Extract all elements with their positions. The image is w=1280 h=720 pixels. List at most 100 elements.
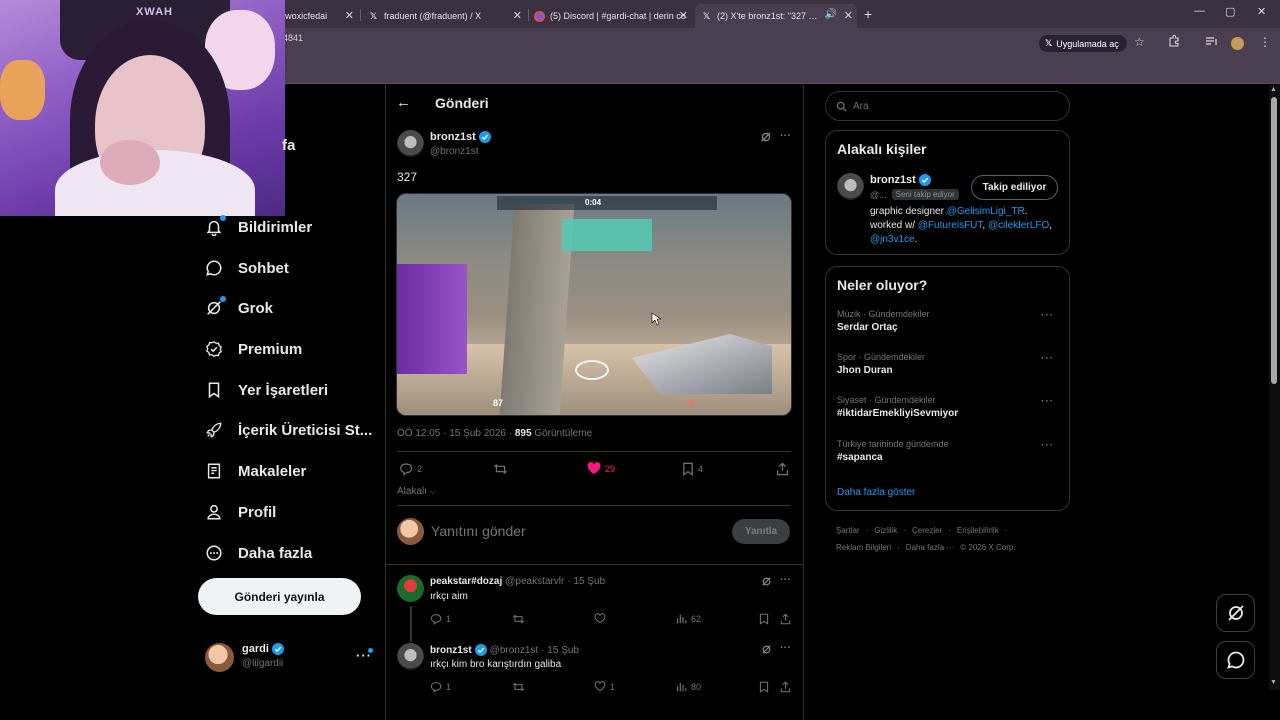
footer-link-ads-info[interactable]: Reklam Bilgileri — [836, 543, 891, 552]
scrollbar-thumb[interactable] — [1271, 97, 1277, 384]
show-more-link[interactable]: Daha fazla göster — [837, 487, 915, 498]
trend-more-icon[interactable]: ··· — [1041, 310, 1054, 321]
browser-tab-3[interactable]: (5) Discord | #gardi-chat | derin co ✕ — [532, 4, 692, 28]
trend-item[interactable]: Spor · Gündemdekiler Jhon Duran — [837, 352, 1057, 376]
footer-link-more[interactable]: Daha fazla ··· — [906, 543, 954, 552]
trend-item[interactable]: Siyaset · Gündemdekiler #iktidarEmekliyi… — [837, 395, 1057, 419]
post-author[interactable]: bronz1st — [430, 131, 491, 143]
reply-author-name[interactable]: peakstar#dozaj — [430, 576, 502, 587]
nav-item-creator-studio[interactable]: İçerik Üreticisi St... — [204, 415, 372, 445]
like-action[interactable] — [594, 613, 610, 624]
following-button[interactable]: Takip ediliyor — [971, 175, 1058, 200]
trend-item[interactable]: Müzik · Gündemdekiler Serdar Ortaç — [837, 309, 1057, 333]
share-action[interactable] — [776, 462, 789, 476]
reply-more-icon[interactable]: ··· — [780, 642, 791, 654]
avatar[interactable] — [397, 643, 424, 670]
tab-close-icon[interactable]: ✕ — [679, 9, 688, 22]
maximize-button[interactable]: ▢ — [1225, 5, 1235, 18]
extensions-icon[interactable] — [1168, 35, 1180, 47]
nav-item-partial[interactable]: fa — [282, 137, 295, 154]
scroll-down-arrow-icon[interactable]: ▼ — [1270, 679, 1277, 686]
bio-mention-link[interactable]: @GelisimLigi_TR — [947, 206, 1025, 217]
related-dropdown[interactable]: Alakalı ⌵ — [397, 486, 436, 497]
browser-menu-icon[interactable]: ⋮ — [1259, 35, 1271, 49]
nav-item-premium[interactable]: Premium — [204, 334, 302, 364]
video-timer: 0:04 — [585, 198, 602, 207]
nav-item-bookmarks[interactable]: Yer İşaretleri — [204, 375, 328, 405]
bio-mention-link[interactable]: @jn3v1ce — [870, 234, 915, 245]
nav-label: Premium — [238, 340, 303, 358]
footer-link-terms[interactable]: Şartlar — [836, 526, 860, 535]
bio-mention-link[interactable]: @cilekIerLFO — [988, 220, 1049, 231]
trend-more-icon[interactable]: ··· — [1041, 440, 1054, 451]
reply-action[interactable]: 1 — [430, 681, 451, 693]
bookmark-action[interactable] — [759, 613, 769, 625]
post-button[interactable]: Gönderi yayınla — [198, 578, 361, 615]
heart-filled-icon — [587, 462, 601, 475]
bio-mention-link[interactable]: @FutureisFUT — [918, 220, 983, 231]
back-arrow-icon[interactable]: ← — [396, 94, 411, 111]
account-switcher[interactable]: gardi @lilgardii ··· — [205, 641, 375, 673]
minimize-button[interactable]: — — [1194, 5, 1205, 17]
browser-tab-4-active[interactable]: 𝕏 (2) X'te bronz1st: "327 https:/ 🔊 ✕ — [695, 4, 857, 28]
messages-float-button[interactable] — [1216, 641, 1255, 679]
share-action[interactable] — [780, 613, 791, 625]
bookmark-action[interactable] — [759, 681, 769, 693]
share-action[interactable] — [780, 681, 791, 693]
browser-tab-1[interactable]: @woxicfedai ✕ — [276, 4, 358, 28]
reply-author-name[interactable]: bronz1st — [430, 645, 472, 656]
retweet-action[interactable] — [493, 462, 512, 476]
trend-more-icon[interactable]: ··· — [1041, 353, 1054, 364]
close-window-button[interactable]: ✕ — [1257, 5, 1266, 18]
like-action[interactable]: 1 — [594, 681, 615, 692]
like-action[interactable]: 29 — [587, 462, 615, 475]
reply-action[interactable]: 1 — [430, 613, 451, 625]
views-action[interactable]: 80 — [676, 681, 701, 692]
search-input[interactable]: Ara — [825, 91, 1070, 121]
handle-text[interactable]: @... — [870, 190, 887, 200]
retweet-action[interactable] — [512, 681, 529, 693]
nav-item-chat[interactable]: Sohbet — [204, 253, 289, 283]
avatar[interactable] — [397, 130, 424, 157]
post-handle[interactable]: @bronz1st — [430, 146, 479, 157]
trend-item[interactable]: Türkiye tarihinde gündemde #sapanca — [837, 439, 1057, 463]
media-controls-icon[interactable] — [1205, 35, 1218, 47]
post-more-icon[interactable]: ··· — [780, 130, 791, 142]
nav-item-grok[interactable]: Grok — [204, 293, 273, 323]
reply-submit-button[interactable]: Yanıtla — [732, 519, 790, 544]
footer-link-cookies[interactable]: Çerezler — [912, 526, 942, 535]
grok-float-button[interactable] — [1216, 594, 1255, 632]
browser-tab-2[interactable]: 𝕏 fraduent (@fraduent) / X ✕ — [366, 4, 526, 28]
reply-input[interactable]: Yanıtını gönder — [431, 523, 526, 539]
post-video[interactable]: 0:04 87 6 — [396, 193, 792, 416]
footer-link-accessibility[interactable]: Erişilebilirlik — [957, 526, 999, 535]
grok-icon[interactable] — [761, 644, 772, 655]
reply-author-handle[interactable]: @peakstarvlr — [505, 576, 564, 587]
grok-icon[interactable] — [760, 131, 772, 143]
open-in-app-button[interactable]: 𝕏 Uygulamada aç — [1039, 35, 1127, 52]
retweet-action[interactable] — [512, 613, 529, 625]
speaker-icon[interactable]: 🔊 — [825, 9, 837, 20]
related-person-name[interactable]: bronz1st — [870, 174, 931, 186]
tab-close-icon[interactable]: ✕ — [345, 9, 354, 22]
scroll-up-arrow-icon[interactable]: ▲ — [1270, 86, 1277, 93]
avatar[interactable] — [837, 173, 864, 200]
star-icon[interactable]: ☆ — [1134, 35, 1145, 49]
tab-close-icon[interactable]: ✕ — [844, 9, 853, 22]
reply-author-handle[interactable]: @bronz1st — [490, 645, 539, 656]
new-tab-button[interactable]: + — [864, 6, 872, 22]
nav-item-articles[interactable]: Makaleler — [204, 456, 306, 486]
trend-more-icon[interactable]: ··· — [1041, 396, 1054, 407]
views-action[interactable]: 62 — [676, 613, 701, 624]
nav-item-profile[interactable]: Profil — [204, 497, 276, 527]
nav-item-more[interactable]: Daha fazla — [204, 538, 312, 568]
reply-more-icon[interactable]: ··· — [780, 574, 791, 586]
reply-action[interactable]: 2 — [399, 462, 422, 476]
grok-icon[interactable] — [761, 576, 772, 587]
nav-item-notifications[interactable]: Bildirimler — [204, 212, 312, 242]
avatar[interactable] — [397, 575, 424, 602]
bookmark-action[interactable]: 4 — [682, 462, 703, 476]
footer-link-privacy[interactable]: Gizlilik — [874, 526, 897, 535]
profile-avatar[interactable] — [1231, 37, 1244, 50]
tab-close-icon[interactable]: ✕ — [513, 9, 522, 22]
